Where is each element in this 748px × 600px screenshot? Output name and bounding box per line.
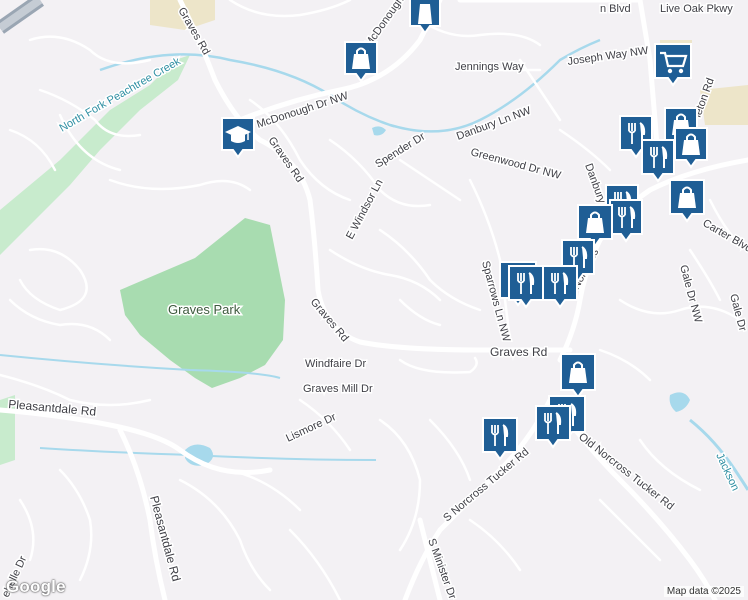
map-attribution[interactable]: Map data ©2025: [663, 586, 744, 597]
restaurant-pin[interactable]: [482, 417, 518, 461]
graves-mill-dr-label: Graves Mill Dr: [303, 383, 373, 395]
shopping-bag-icon: [418, 4, 432, 24]
graves-rd-east-label: Graves Rd: [490, 345, 547, 359]
graves-park-label: Graves Park: [168, 302, 241, 317]
restaurant-pin[interactable]: [535, 405, 571, 449]
shopping-pin[interactable]: [560, 353, 596, 399]
google-logo: Google: [6, 577, 66, 596]
jennings-way-label: Jennings Way: [455, 61, 524, 73]
grocery-pin[interactable]: [654, 43, 692, 87]
restaurant-pin[interactable]: [609, 199, 643, 243]
live-oak-pkwy-label: Live Oak Pkwy: [660, 3, 733, 15]
windfaire-dr-label: Windfaire Dr: [305, 358, 366, 370]
blvd-label: n Blvd: [600, 3, 631, 15]
land-background: [0, 0, 748, 600]
restaurant-pin[interactable]: [508, 265, 544, 309]
map-canvas[interactable]: Graves Rd Graves Rd Graves Rd Graves Rd …: [0, 0, 748, 600]
restaurant-pin[interactable]: [542, 265, 578, 309]
restaurant-pin[interactable]: [641, 139, 675, 183]
map-view[interactable]: Graves Rd Graves Rd Graves Rd Graves Rd …: [0, 0, 748, 600]
shopping-pin[interactable]: [669, 179, 705, 223]
